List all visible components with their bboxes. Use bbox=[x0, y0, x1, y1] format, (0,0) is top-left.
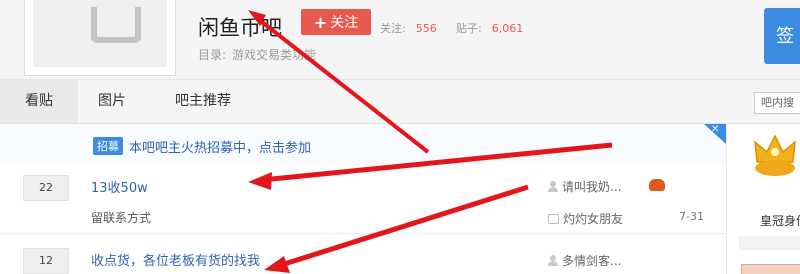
member-sidebar: 皇冠身份 bbox=[726, 124, 800, 274]
posts-stat: 贴子: 6,061 bbox=[456, 20, 523, 36]
sidebar-divider bbox=[739, 236, 800, 250]
forum-logo-icon bbox=[91, 7, 141, 43]
thread-author[interactable]: 请叫我奶... bbox=[548, 178, 621, 195]
crown-label: 皇冠身份 bbox=[760, 214, 800, 228]
thread-title[interactable]: 收点货，各位老板有货的找我 bbox=[91, 250, 260, 269]
crown-icon bbox=[754, 134, 796, 176]
last-reply-user[interactable]: 灼灼女朋友 bbox=[548, 210, 623, 227]
sign-in-button[interactable]: 签 bbox=[764, 8, 800, 64]
thread-date: 7-31 bbox=[679, 210, 704, 223]
posts-count: 6,061 bbox=[491, 22, 524, 35]
reply-icon bbox=[548, 213, 559, 224]
followers-count: 556 bbox=[415, 22, 437, 35]
forum-avatar[interactable] bbox=[24, 0, 176, 76]
thread-author[interactable]: 多情剑客... bbox=[548, 252, 621, 269]
follow-button[interactable]: + 关注 bbox=[301, 9, 371, 35]
reply-count: 12 bbox=[23, 248, 69, 274]
catalog-label: 目录: bbox=[198, 48, 227, 62]
forum-title[interactable]: 闲鱼币吧 bbox=[198, 12, 282, 42]
thread-row: 12 收点货，各位老板有货的找我 多情剑客... bbox=[0, 236, 726, 274]
person-icon bbox=[548, 255, 558, 266]
plus-icon: + bbox=[313, 12, 328, 32]
forum-nav: 看贴 图片 吧主推荐 吧内搜 bbox=[0, 80, 800, 124]
reply-count: 22 bbox=[23, 175, 69, 201]
forum-search-input[interactable]: 吧内搜 bbox=[754, 92, 800, 114]
follow-label: 关注 bbox=[330, 15, 359, 31]
forum-header: 闲鱼币吧 + 关注 关注: 556 贴子: 6,061 目录: 游戏交易类功能 签 bbox=[0, 0, 800, 80]
recruit-link[interactable]: 本吧吧主火热招募中，点击参加 bbox=[129, 137, 311, 156]
thread-title[interactable]: 13收50w bbox=[91, 177, 148, 196]
author-name[interactable]: 多情剑客... bbox=[562, 252, 621, 269]
person-icon bbox=[548, 181, 558, 192]
last-reply-name[interactable]: 灼灼女朋友 bbox=[563, 210, 623, 227]
close-icon[interactable]: ✕ bbox=[711, 124, 719, 136]
thread-abstract: 留联系方式 bbox=[91, 211, 152, 225]
author-name[interactable]: 请叫我奶... bbox=[562, 178, 621, 195]
tab-owner-recommend[interactable]: 吧主推荐 bbox=[158, 80, 248, 123]
thread-row: 22 13收50w 留联系方式 请叫我奶... 灼灼女朋友 7-31 bbox=[0, 164, 726, 234]
posts-label: 贴子: bbox=[456, 22, 482, 35]
recruit-badge: 招募 bbox=[93, 137, 123, 155]
recruit-banner[interactable]: 招募 本吧吧主火热招募中，点击参加 ✕ bbox=[0, 124, 726, 164]
thread-list: 招募 本吧吧主火热招募中，点击参加 ✕ 22 13收50w 留联系方式 请叫我奶… bbox=[0, 124, 726, 274]
catalog-value[interactable]: 游戏交易类功能 bbox=[232, 48, 316, 62]
avatar-placeholder bbox=[33, 0, 167, 67]
member-badge-icon bbox=[649, 179, 665, 191]
crown-action-button[interactable] bbox=[741, 264, 800, 274]
catalog: 目录: 游戏交易类功能 bbox=[198, 46, 316, 63]
followers-stat: 关注: 556 bbox=[380, 20, 437, 36]
tab-images[interactable]: 图片 bbox=[80, 80, 144, 123]
followers-label: 关注: bbox=[380, 22, 406, 35]
tab-posts[interactable]: 看贴 bbox=[0, 80, 78, 123]
